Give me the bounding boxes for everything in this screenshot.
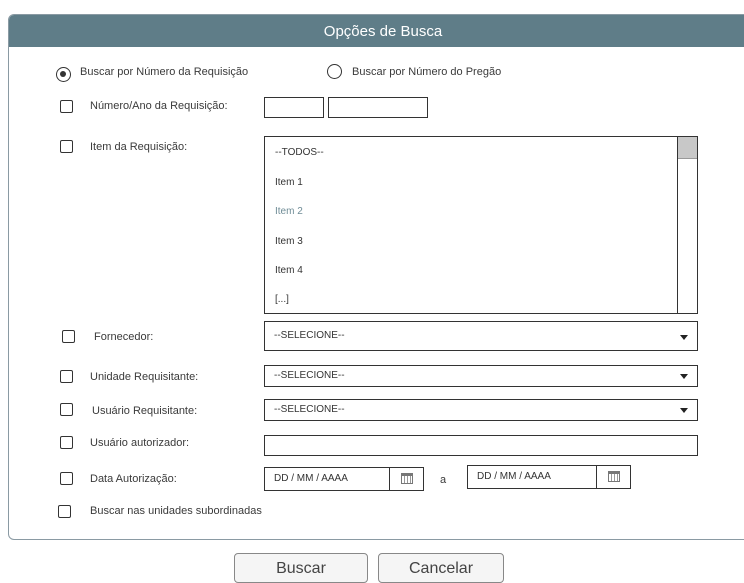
numero-input[interactable] [264, 97, 324, 118]
list-item[interactable]: [...] [275, 294, 289, 305]
date-from-calendar-button[interactable] [389, 468, 423, 490]
radio-requisicao-label[interactable]: Buscar por Número da Requisição [80, 66, 248, 78]
list-item-selected[interactable]: Item 2 [275, 206, 303, 217]
numero-ano-checkbox[interactable] [60, 100, 73, 113]
radio-pregao-label[interactable]: Buscar por Número do Pregão [352, 66, 501, 78]
fornecedor-checkbox[interactable] [62, 330, 75, 343]
unidade-label: Unidade Requisitante: [90, 371, 199, 383]
radio-pregao[interactable] [327, 64, 342, 79]
date-from-input[interactable]: DD / MM / AAAA [264, 467, 424, 491]
unidade-checkbox[interactable] [60, 370, 73, 383]
chevron-down-icon [680, 335, 688, 340]
item-checkbox[interactable] [60, 140, 73, 153]
search-button[interactable]: Buscar [234, 553, 368, 583]
data-label: Data Autorização: [90, 473, 177, 485]
listbox-scrollbar[interactable] [677, 137, 697, 313]
usuario-aut-checkbox[interactable] [60, 436, 73, 449]
usuario-req-select[interactable]: --SELECIONE-- [264, 399, 698, 421]
fornecedor-select-value: --SELECIONE-- [274, 330, 345, 341]
cancel-button[interactable]: Cancelar [378, 553, 504, 583]
list-item[interactable]: --TODOS-- [275, 147, 324, 158]
list-item[interactable]: Item 3 [275, 236, 303, 247]
usuario-aut-input[interactable] [264, 435, 698, 456]
list-item[interactable]: Item 1 [275, 177, 303, 188]
item-label: Item da Requisição: [90, 141, 188, 153]
chevron-down-icon [680, 374, 688, 379]
usuario-req-label: Usuário Requisitante: [92, 405, 198, 417]
date-to-calendar-button[interactable] [596, 466, 630, 488]
fornecedor-label: Fornecedor: [94, 331, 154, 343]
usuario-req-select-value: --SELECIONE-- [274, 404, 345, 415]
list-item[interactable]: Item 4 [275, 265, 303, 276]
calendar-icon [401, 473, 413, 484]
usuario-aut-label: Usuário autorizador: [90, 437, 190, 449]
radio-requisicao[interactable] [56, 67, 71, 82]
ano-input[interactable] [328, 97, 428, 118]
date-to-input[interactable]: DD / MM / AAAA [467, 465, 631, 489]
date-to-placeholder: DD / MM / AAAA [477, 471, 551, 482]
numero-ano-label: Número/Ano da Requisição: [90, 100, 228, 112]
date-from-placeholder: DD / MM / AAAA [274, 473, 348, 484]
chevron-down-icon [680, 408, 688, 413]
scrollbar-thumb[interactable] [678, 137, 697, 159]
fornecedor-select[interactable]: --SELECIONE-- [264, 321, 698, 351]
date-separator: a [440, 474, 447, 486]
usuario-req-checkbox[interactable] [60, 403, 73, 416]
unidade-select-value: --SELECIONE-- [274, 370, 345, 381]
unidade-select[interactable]: --SELECIONE-- [264, 365, 698, 387]
subordinadas-label: Buscar nas unidades subordinadas [90, 505, 262, 517]
radio-selected-dot [60, 71, 66, 77]
panel-title: Opções de Busca [9, 15, 744, 47]
calendar-icon [608, 471, 620, 482]
subordinadas-checkbox[interactable] [58, 505, 71, 518]
data-checkbox[interactable] [60, 472, 73, 485]
item-listbox[interactable]: --TODOS-- Item 1 Item 2 Item 3 Item 4 [.… [264, 136, 698, 314]
